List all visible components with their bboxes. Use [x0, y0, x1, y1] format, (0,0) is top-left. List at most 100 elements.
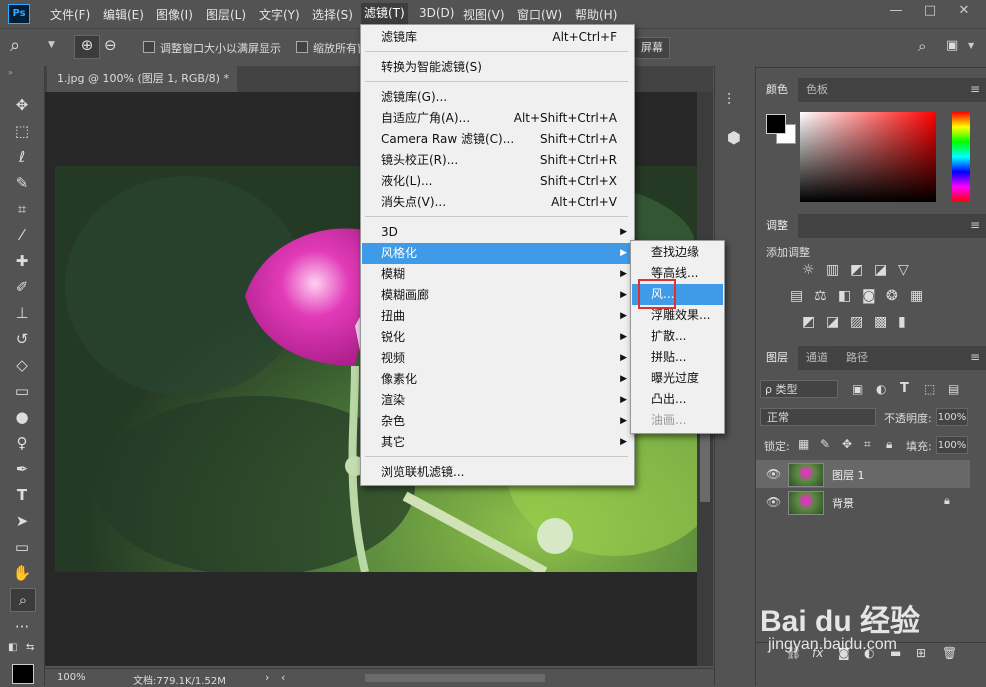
dodge-tool-icon[interactable]: ♀	[10, 432, 34, 454]
chevron-down-icon[interactable]: ▼	[968, 41, 974, 50]
exposure-icon[interactable]: ◪	[874, 262, 887, 278]
chevron-left-icon[interactable]: ‹	[281, 671, 285, 684]
levels-icon[interactable]: ▥	[826, 262, 839, 278]
pen-tool-icon[interactable]: ✒	[10, 458, 34, 480]
layer-row-layer1[interactable]: 👁︎ 图层 1	[756, 460, 970, 488]
lock-position-icon[interactable]: ✥	[842, 437, 852, 451]
hue-slider[interactable]	[952, 112, 970, 202]
menu-item-filter-gallery-last[interactable]: 滤镜库 Alt+Ctrl+F	[362, 27, 633, 48]
history-brush-tool-icon[interactable]: ↺	[10, 328, 34, 350]
menu-item-vanishing-point[interactable]: 消失点(V)... Alt+Ctrl+V	[362, 192, 633, 213]
menu-image[interactable]: 图像(I)	[156, 6, 193, 23]
submenu-item-diffuse[interactable]: 扩散...	[632, 326, 723, 347]
foreground-color-swatch[interactable]	[766, 114, 786, 134]
black-white-icon[interactable]: ◧	[838, 288, 851, 304]
gradient-tool-icon[interactable]: ▭	[10, 380, 34, 402]
workspace-icon[interactable]: ▣	[946, 38, 958, 53]
menu-item-filter-gallery[interactable]: 滤镜库(G)...	[362, 87, 633, 108]
tab-adjustments[interactable]: 调整	[756, 214, 798, 238]
path-select-tool-icon[interactable]: ➤	[10, 510, 34, 532]
menu-item-blur[interactable]: 模糊 ▶	[362, 264, 633, 285]
shape-filter-icon[interactable]: ⬚	[924, 382, 935, 396]
chevron-down-icon[interactable]: ▼	[48, 40, 55, 50]
adjustment-filter-icon[interactable]: ◐	[876, 382, 886, 396]
menu-help[interactable]: 帮助(H)	[575, 6, 617, 23]
menu-item-sharpen[interactable]: 锐化 ▶	[362, 327, 633, 348]
tab-layers[interactable]: 图层	[756, 346, 798, 370]
layer-filter-select[interactable]: ρ 类型	[760, 380, 838, 398]
fill-screen-button[interactable]: 屏幕	[634, 37, 670, 59]
layer-name[interactable]: 图层 1	[832, 467, 865, 483]
menu-item-pixelate[interactable]: 像素化 ▶	[362, 369, 633, 390]
type-filter-icon[interactable]: T	[900, 381, 909, 396]
menu-3d[interactable]: 3D(D)	[419, 6, 454, 20]
blur-tool-icon[interactable]: ●	[10, 406, 34, 428]
move-tool-icon[interactable]: ✥	[10, 94, 34, 116]
3d-panel-icon[interactable]: ⬢	[727, 128, 741, 147]
blend-mode-select[interactable]: 正常	[760, 408, 876, 426]
shape-tool-icon[interactable]: ▭	[10, 536, 34, 558]
hand-tool-icon[interactable]: ✋	[10, 562, 34, 584]
fill-input[interactable]: 100%	[936, 436, 968, 454]
more-tools-icon[interactable]: ···	[10, 616, 34, 638]
submenu-item-find-edges[interactable]: 查找边缘	[632, 242, 723, 263]
color-balance-icon[interactable]: ⚖	[814, 288, 827, 304]
lock-paint-icon[interactable]: ✎	[820, 437, 830, 451]
zoom-level[interactable]: 100%	[57, 672, 86, 683]
submenu-item-solarize[interactable]: 曝光过度	[632, 368, 723, 389]
photo-filter-icon[interactable]: ◙	[862, 288, 876, 304]
new-layer-icon[interactable]: ⊞	[916, 646, 926, 660]
vibrance-icon[interactable]: ▽	[898, 262, 909, 278]
menu-item-noise[interactable]: 杂色 ▶	[362, 411, 633, 432]
healing-tool-icon[interactable]: ✚	[10, 250, 34, 272]
marquee-tool-icon[interactable]: ⬚	[10, 120, 34, 142]
search-icon[interactable]: ⌕	[918, 37, 926, 55]
tab-color[interactable]: 颜色	[756, 78, 798, 102]
panel-menu-icon[interactable]: ≡	[970, 82, 980, 96]
stamp-tool-icon[interactable]: ⊥	[10, 302, 34, 324]
menu-item-liquify[interactable]: 液化(L)... Shift+Ctrl+X	[362, 171, 633, 192]
lock-artboard-icon[interactable]: ⌗	[864, 437, 871, 452]
delete-layer-icon[interactable]: 🗑︎	[942, 646, 957, 660]
color-lookup-icon[interactable]: ▦	[910, 288, 923, 304]
tab-swatches[interactable]: 色板	[796, 78, 838, 102]
menu-item-distort[interactable]: 扭曲 ▶	[362, 306, 633, 327]
menu-select[interactable]: 选择(S)	[312, 6, 353, 23]
menu-view[interactable]: 视图(V)	[463, 6, 505, 23]
brightness-icon[interactable]: ☼	[802, 262, 815, 278]
menu-item-browse-online[interactable]: 浏览联机滤镜...	[362, 462, 633, 483]
smart-object-filter-icon[interactable]: ▤	[948, 382, 959, 396]
menu-item-render[interactable]: 渲染 ▶	[362, 390, 633, 411]
selective-color-icon[interactable]: ▩	[874, 314, 887, 330]
crop-tool-icon[interactable]: ⌗	[10, 198, 34, 220]
menu-item-adaptive-wide-angle[interactable]: 自适应广角(A)... Alt+Shift+Ctrl+A	[362, 108, 633, 129]
minimize-button[interactable]: —	[886, 3, 906, 21]
chevron-right-icon[interactable]: ›	[265, 671, 269, 684]
eye-icon[interactable]: 👁︎	[766, 495, 781, 509]
pixel-filter-icon[interactable]: ▣	[852, 382, 863, 396]
tab-paths[interactable]: 路径	[836, 346, 878, 370]
submenu-item-extrude[interactable]: 凸出...	[632, 389, 723, 410]
close-button[interactable]: ✕	[954, 3, 974, 21]
menu-item-lens-correction[interactable]: 镜头校正(R)... Shift+Ctrl+R	[362, 150, 633, 171]
zoom-out-icon[interactable]: ⊖	[104, 36, 117, 54]
menu-item-other[interactable]: 其它 ▶	[362, 432, 633, 453]
threshold-icon[interactable]: ▨	[850, 314, 863, 330]
layer-name[interactable]: 背景	[832, 495, 854, 511]
submenu-item-tiles[interactable]: 拼贴...	[632, 347, 723, 368]
brush-tool-icon[interactable]: ✐	[10, 276, 34, 298]
menu-item-blur-gallery[interactable]: 模糊画廊 ▶	[362, 285, 633, 306]
quick-select-tool-icon[interactable]: ✎	[10, 172, 34, 194]
curves-icon[interactable]: ◩	[850, 262, 863, 278]
menu-file[interactable]: 文件(F)	[50, 6, 90, 23]
layer-row-background[interactable]: 👁︎ 背景 🔒︎	[756, 488, 970, 516]
menu-item-3d[interactable]: 3D ▶	[362, 222, 633, 243]
collapse-icon[interactable]: »	[8, 68, 13, 77]
eye-icon[interactable]: 👁︎	[766, 467, 781, 481]
swap-colors-icon[interactable]: ⇆	[26, 642, 34, 653]
document-tab[interactable]: 1.jpg @ 100% (图层 1, RGB/8) * ×	[47, 66, 237, 111]
opacity-input[interactable]: 100%	[936, 408, 968, 426]
menu-layer[interactable]: 图层(L)	[206, 6, 246, 23]
channel-mixer-icon[interactable]: ❂	[886, 288, 898, 304]
menu-item-stylize[interactable]: 风格化 ▶	[362, 243, 633, 264]
